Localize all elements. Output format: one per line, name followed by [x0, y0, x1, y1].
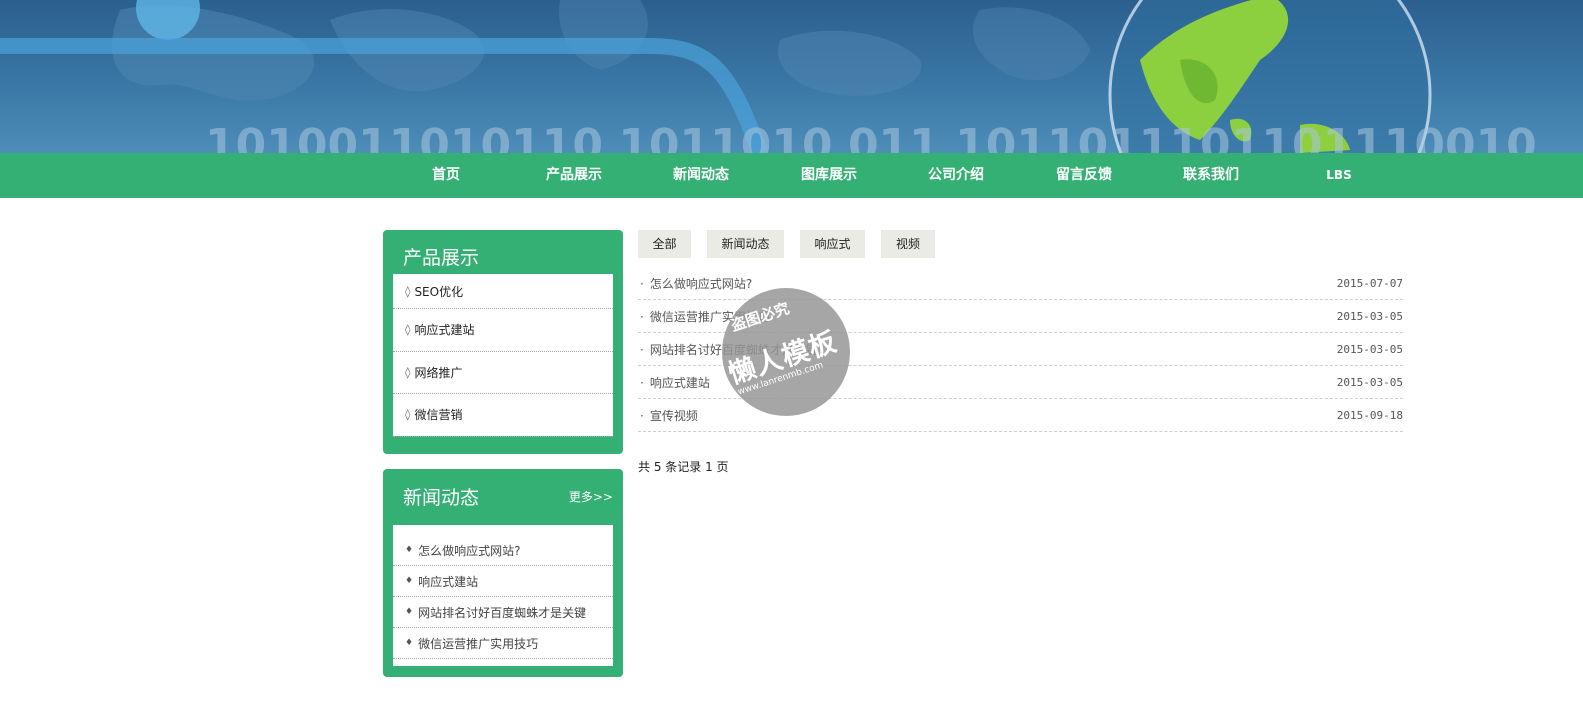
bullet-icon: · — [640, 408, 644, 423]
bullet-icon: · — [640, 276, 644, 291]
product-item[interactable]: ◊ 微信营销 — [393, 394, 613, 437]
banner-binary-text: 1010011010110 1011010 011 10110111011011… — [205, 120, 1537, 153]
bullet-icon: · — [640, 375, 644, 390]
watermark-seal: 盗图必究 懒人模板 www.lanrenmb.com — [722, 288, 850, 416]
diamond-icon: ♦ — [405, 638, 414, 648]
banner-graphic: 1010011010110 1011010 011 10110111011011… — [0, 0, 1537, 153]
diamond-outline-icon: ◊ — [405, 323, 411, 337]
news-more-link[interactable]: 更多>> — [569, 488, 613, 505]
products-panel-title: 产品展示 — [403, 247, 480, 269]
news-item[interactable]: ♦ 响应式建站 — [393, 566, 613, 597]
news-panel: 新闻动态 更多>> ♦ 怎么做响应式网站? ♦ 响应式建站 ♦ 网站排名讨好百度… — [383, 469, 623, 677]
nav-item-feedback[interactable]: 留言反馈 — [1020, 153, 1148, 198]
article-title: 怎么做响应式网站? — [649, 276, 753, 291]
article-date: 2015-09-18 — [1336, 408, 1403, 422]
main-nav: 首页 产品展示 新闻动态 图库展示 公司介绍 留言反馈 联系我们 LBS — [0, 153, 1583, 198]
product-item[interactable]: ◊ 网络推广 — [393, 352, 613, 394]
nav-item-about[interactable]: 公司介绍 — [892, 153, 1020, 198]
news-panel-title: 新闻动态 — [403, 487, 480, 509]
article-date: 2015-07-07 — [1336, 276, 1403, 290]
product-item-label: 响应式建站 — [414, 323, 475, 338]
product-item[interactable]: ◊ 响应式建站 — [393, 309, 613, 352]
products-list: ◊ SEO优化 ◊ 响应式建站 ◊ 网络推广 ◊ 微信营销 — [393, 274, 613, 437]
news-item-label: 网站排名讨好百度蜘蛛才是关键 — [418, 605, 587, 620]
news-item-label: 微信运营推广实用技巧 — [418, 636, 539, 651]
news-list: ♦ 怎么做响应式网站? ♦ 响应式建站 ♦ 网站排名讨好百度蜘蛛才是关键 ♦ 微… — [393, 525, 613, 666]
pagination-info: 共 5 条记录 1 页 — [638, 460, 729, 474]
article-date: 2015-03-05 — [1336, 342, 1403, 356]
nav-item-lbs[interactable]: LBS — [1275, 153, 1403, 198]
header-banner: 1010011010110 1011010 011 10110111011011… — [0, 0, 1583, 153]
tab-video[interactable]: 视频 — [881, 230, 935, 258]
article-link[interactable]: · 宣传视频 — [640, 407, 698, 424]
product-item-label: SEO优化 — [414, 284, 464, 299]
nav-item-contact[interactable]: 联系我们 — [1147, 153, 1275, 198]
nav-item-home[interactable]: 首页 — [382, 153, 510, 198]
article-title: 宣传视频 — [649, 408, 698, 423]
diamond-outline-icon: ◊ — [405, 284, 411, 298]
bullet-icon: · — [640, 309, 644, 324]
diamond-outline-icon: ◊ — [405, 365, 411, 379]
article-link[interactable]: · 响应式建站 — [640, 374, 710, 391]
nav-item-gallery[interactable]: 图库展示 — [765, 153, 893, 198]
diamond-icon: ♦ — [405, 607, 414, 617]
tab-responsive[interactable]: 响应式 — [800, 230, 865, 258]
news-item[interactable]: ♦ 怎么做响应式网站? — [393, 535, 613, 566]
article-date: 2015-03-05 — [1336, 375, 1403, 389]
nav-item-news[interactable]: 新闻动态 — [637, 153, 765, 198]
diamond-icon: ♦ — [405, 576, 414, 586]
news-item[interactable]: ♦ 网站排名讨好百度蜘蛛才是关键 — [393, 597, 613, 628]
article-date: 2015-03-05 — [1336, 309, 1403, 323]
products-panel: 产品展示 ◊ SEO优化 ◊ 响应式建站 ◊ 网络推广 ◊ 微信营销 — [383, 230, 623, 454]
product-item[interactable]: ◊ SEO优化 — [393, 274, 613, 309]
diamond-outline-icon: ◊ — [405, 408, 411, 422]
product-item-label: 微信营销 — [414, 408, 463, 423]
nav-item-products[interactable]: 产品展示 — [510, 153, 638, 198]
article-title: 响应式建站 — [649, 375, 710, 390]
diamond-icon: ♦ — [405, 545, 414, 555]
product-item-label: 网络推广 — [414, 365, 463, 380]
news-item-label: 怎么做响应式网站? — [418, 543, 521, 558]
news-item[interactable]: ♦ 微信运营推广实用技巧 — [393, 628, 613, 659]
tab-all[interactable]: 全部 — [638, 230, 691, 258]
bullet-icon: · — [640, 342, 644, 357]
news-item-label: 响应式建站 — [418, 574, 479, 589]
article-row: · 怎么做响应式网站? 2015-07-07 — [638, 267, 1403, 300]
tab-news[interactable]: 新闻动态 — [707, 230, 784, 258]
article-link[interactable]: · 怎么做响应式网站? — [640, 275, 752, 292]
